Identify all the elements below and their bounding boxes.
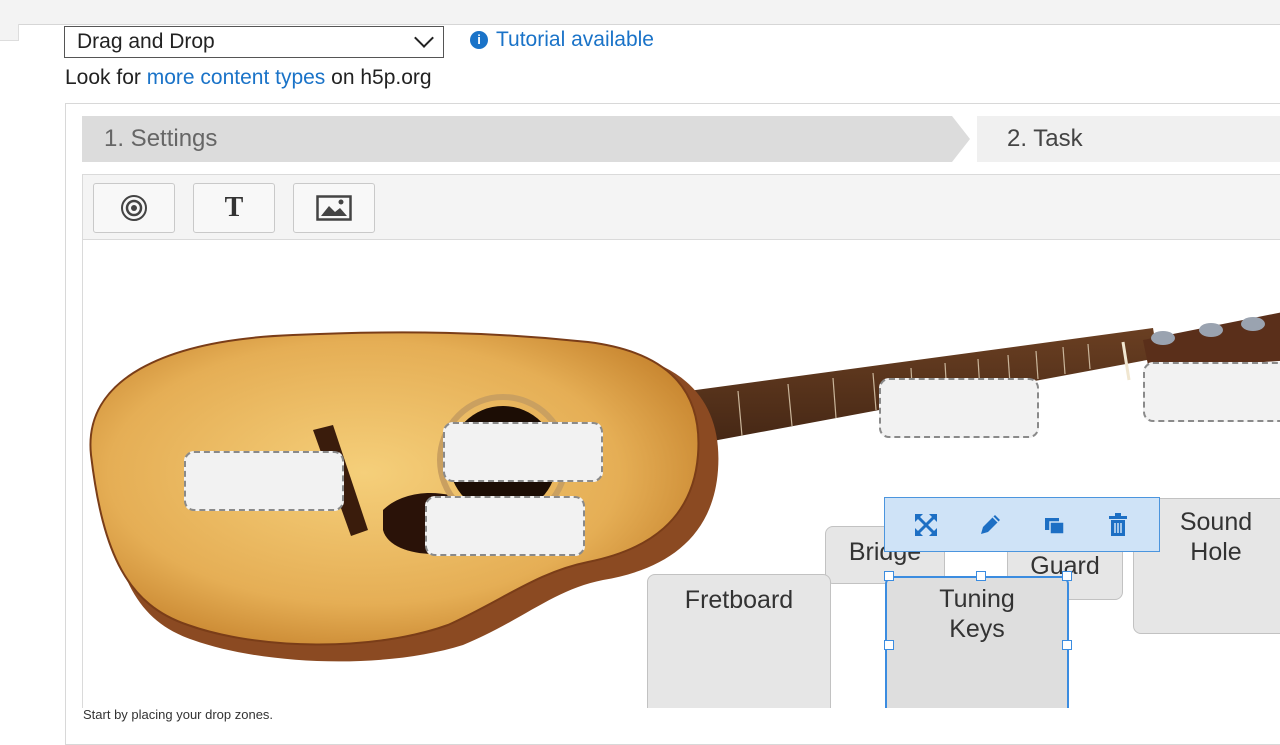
element-label: Sound Hole bbox=[1179, 508, 1253, 566]
edit-icon bbox=[981, 515, 1000, 534]
element-toolbar: T bbox=[82, 174, 1280, 240]
top-navigation-bar bbox=[0, 0, 1280, 25]
resize-handle[interactable] bbox=[884, 640, 894, 650]
wizard-steps: 1. Settings 2. Task bbox=[82, 116, 1280, 162]
edit-button[interactable] bbox=[975, 510, 1005, 540]
content-type-select[interactable]: Drag and Drop bbox=[64, 26, 444, 58]
tutorial-link[interactable]: i Tutorial available bbox=[470, 28, 654, 52]
delete-button[interactable] bbox=[1103, 510, 1133, 540]
drop-zone[interactable] bbox=[879, 378, 1039, 438]
element-label: Fretboard bbox=[684, 586, 794, 614]
drop-zone[interactable] bbox=[425, 496, 585, 556]
delete-icon bbox=[1109, 513, 1127, 536]
resize-handle[interactable] bbox=[1062, 571, 1072, 581]
target-icon bbox=[121, 195, 147, 221]
add-text-button[interactable]: T bbox=[193, 183, 275, 233]
drop-zone[interactable] bbox=[1143, 362, 1280, 422]
step-settings[interactable]: 1. Settings bbox=[82, 116, 952, 162]
info-icon: i bbox=[470, 31, 488, 49]
step-arrow bbox=[952, 116, 970, 162]
drop-zone[interactable] bbox=[443, 422, 603, 482]
hint-prefix: Look for bbox=[65, 66, 147, 89]
resize-handle[interactable] bbox=[976, 571, 986, 581]
step-task[interactable]: 2. Task bbox=[977, 116, 1280, 162]
tutorial-label: Tutorial available bbox=[496, 28, 654, 51]
hint-suffix: on h5p.org bbox=[325, 66, 432, 89]
add-dropzone-button[interactable] bbox=[93, 183, 175, 233]
task-canvas[interactable]: Bridge Guard Sound Hole Fretboard Tuning… bbox=[82, 240, 1280, 708]
more-content-types-link[interactable]: more content types bbox=[147, 66, 326, 89]
bring-to-front-button[interactable] bbox=[1039, 510, 1069, 540]
add-image-button[interactable] bbox=[293, 183, 375, 233]
draggable-tuning-keys[interactable]: Tuning Keys bbox=[885, 576, 1069, 708]
chevron-down-icon bbox=[414, 28, 434, 48]
side-tab[interactable] bbox=[0, 24, 19, 41]
resize-handle[interactable] bbox=[884, 571, 894, 581]
resize-handle[interactable] bbox=[1062, 640, 1072, 650]
content-types-hint: Look for more content types on h5p.org bbox=[65, 66, 432, 90]
element-label: Tuning Keys bbox=[939, 585, 1015, 643]
move-button[interactable] bbox=[911, 510, 941, 540]
text-icon: T bbox=[224, 192, 244, 223]
layer-icon bbox=[1045, 518, 1065, 535]
image-icon bbox=[316, 195, 352, 221]
drop-zone[interactable] bbox=[184, 451, 344, 511]
move-icon bbox=[915, 514, 937, 536]
draggable-fretboard[interactable]: Fretboard bbox=[647, 574, 831, 708]
element-context-toolbar bbox=[884, 497, 1160, 552]
content-type-value: Drag and Drop bbox=[77, 30, 215, 53]
